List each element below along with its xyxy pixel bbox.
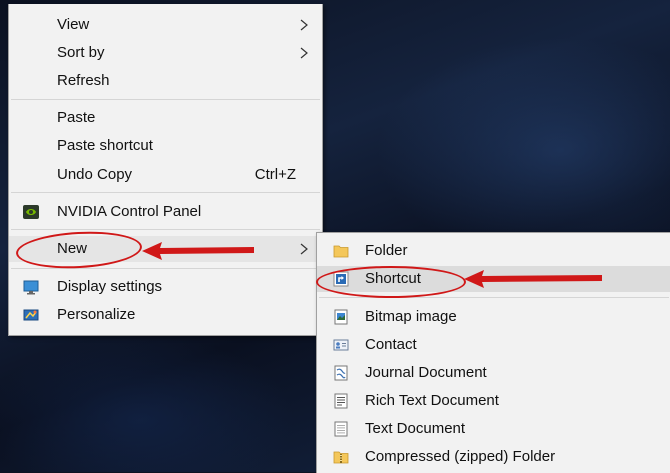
- menu-item-paste[interactable]: Paste: [9, 105, 322, 131]
- submenu-item-bitmap-image[interactable]: Bitmap image: [317, 304, 670, 330]
- menu-item-label: Display settings: [57, 278, 163, 295]
- text-document-icon: [334, 421, 348, 437]
- submenu-item-rich-text-document[interactable]: Rich Text Document: [317, 388, 670, 414]
- menu-separator: [11, 229, 320, 230]
- menu-item-label: Refresh: [57, 72, 110, 89]
- submenu-item-label: Compressed (zipped) Folder: [365, 448, 556, 465]
- submenu-item-journal-document[interactable]: Journal Document: [317, 360, 670, 386]
- menu-item-label: View: [57, 16, 90, 33]
- submenu-item-label: Bitmap image: [365, 308, 457, 325]
- chevron-right-icon: [300, 47, 308, 59]
- chevron-right-icon: [300, 243, 308, 255]
- menu-item-view[interactable]: View: [9, 12, 322, 38]
- submenu-item-label: Rich Text Document: [365, 392, 499, 409]
- zip-folder-icon: [333, 451, 349, 464]
- submenu-item-folder[interactable]: Folder: [317, 238, 670, 264]
- menu-item-label: Paste: [57, 109, 96, 126]
- submenu-item-contact[interactable]: Contact: [317, 332, 670, 358]
- nvidia-icon: [23, 205, 39, 219]
- submenu-item-label: Journal Document: [365, 364, 487, 381]
- bitmap-icon: [334, 309, 348, 325]
- menu-separator: [11, 99, 320, 100]
- display-icon: [23, 280, 39, 295]
- submenu-item-label: Folder: [365, 242, 408, 259]
- menu-item-label: Undo Copy: [57, 166, 133, 183]
- chevron-right-icon: [300, 19, 308, 31]
- menu-item-label: Sort by: [57, 44, 105, 61]
- menu-separator: [11, 192, 320, 193]
- menu-separator: [11, 268, 320, 269]
- personalize-icon: [23, 309, 39, 321]
- menu-item-nvidia-control-panel[interactable]: NVIDIA Control Panel: [9, 199, 322, 225]
- journal-icon: [334, 365, 348, 381]
- submenu-item-label: Text Document: [365, 420, 466, 437]
- annotation-arrow-shortcut: [464, 270, 602, 288]
- menu-item-refresh[interactable]: Refresh: [9, 68, 322, 94]
- submenu-item-label: Contact: [365, 336, 417, 353]
- annotation-oval-shortcut: [316, 266, 466, 298]
- submenu-item-text-document[interactable]: Text Document: [317, 416, 670, 442]
- annotation-arrow-new: [142, 242, 254, 260]
- menu-item-shortcut: Ctrl+Z: [254, 166, 296, 183]
- contact-icon: [333, 339, 349, 351]
- menu-item-personalize[interactable]: Personalize: [9, 302, 322, 328]
- menu-item-sort-by[interactable]: Sort by: [9, 40, 322, 66]
- rtf-icon: [334, 393, 348, 409]
- menu-item-display-settings[interactable]: Display settings: [9, 274, 322, 300]
- submenu-item-compressed-folder[interactable]: Compressed (zipped) Folder: [317, 444, 670, 470]
- desktop-context-menu: View Sort by Refresh Paste Paste shortcu…: [8, 4, 323, 336]
- menu-item-label: Personalize: [57, 306, 136, 323]
- menu-item-label: NVIDIA Control Panel: [57, 203, 202, 220]
- menu-item-label: Paste shortcut: [57, 137, 153, 154]
- menu-item-undo-copy[interactable]: Undo Copy Ctrl+Z: [9, 162, 322, 188]
- menu-item-paste-shortcut[interactable]: Paste shortcut: [9, 133, 322, 159]
- folder-icon: [333, 245, 349, 258]
